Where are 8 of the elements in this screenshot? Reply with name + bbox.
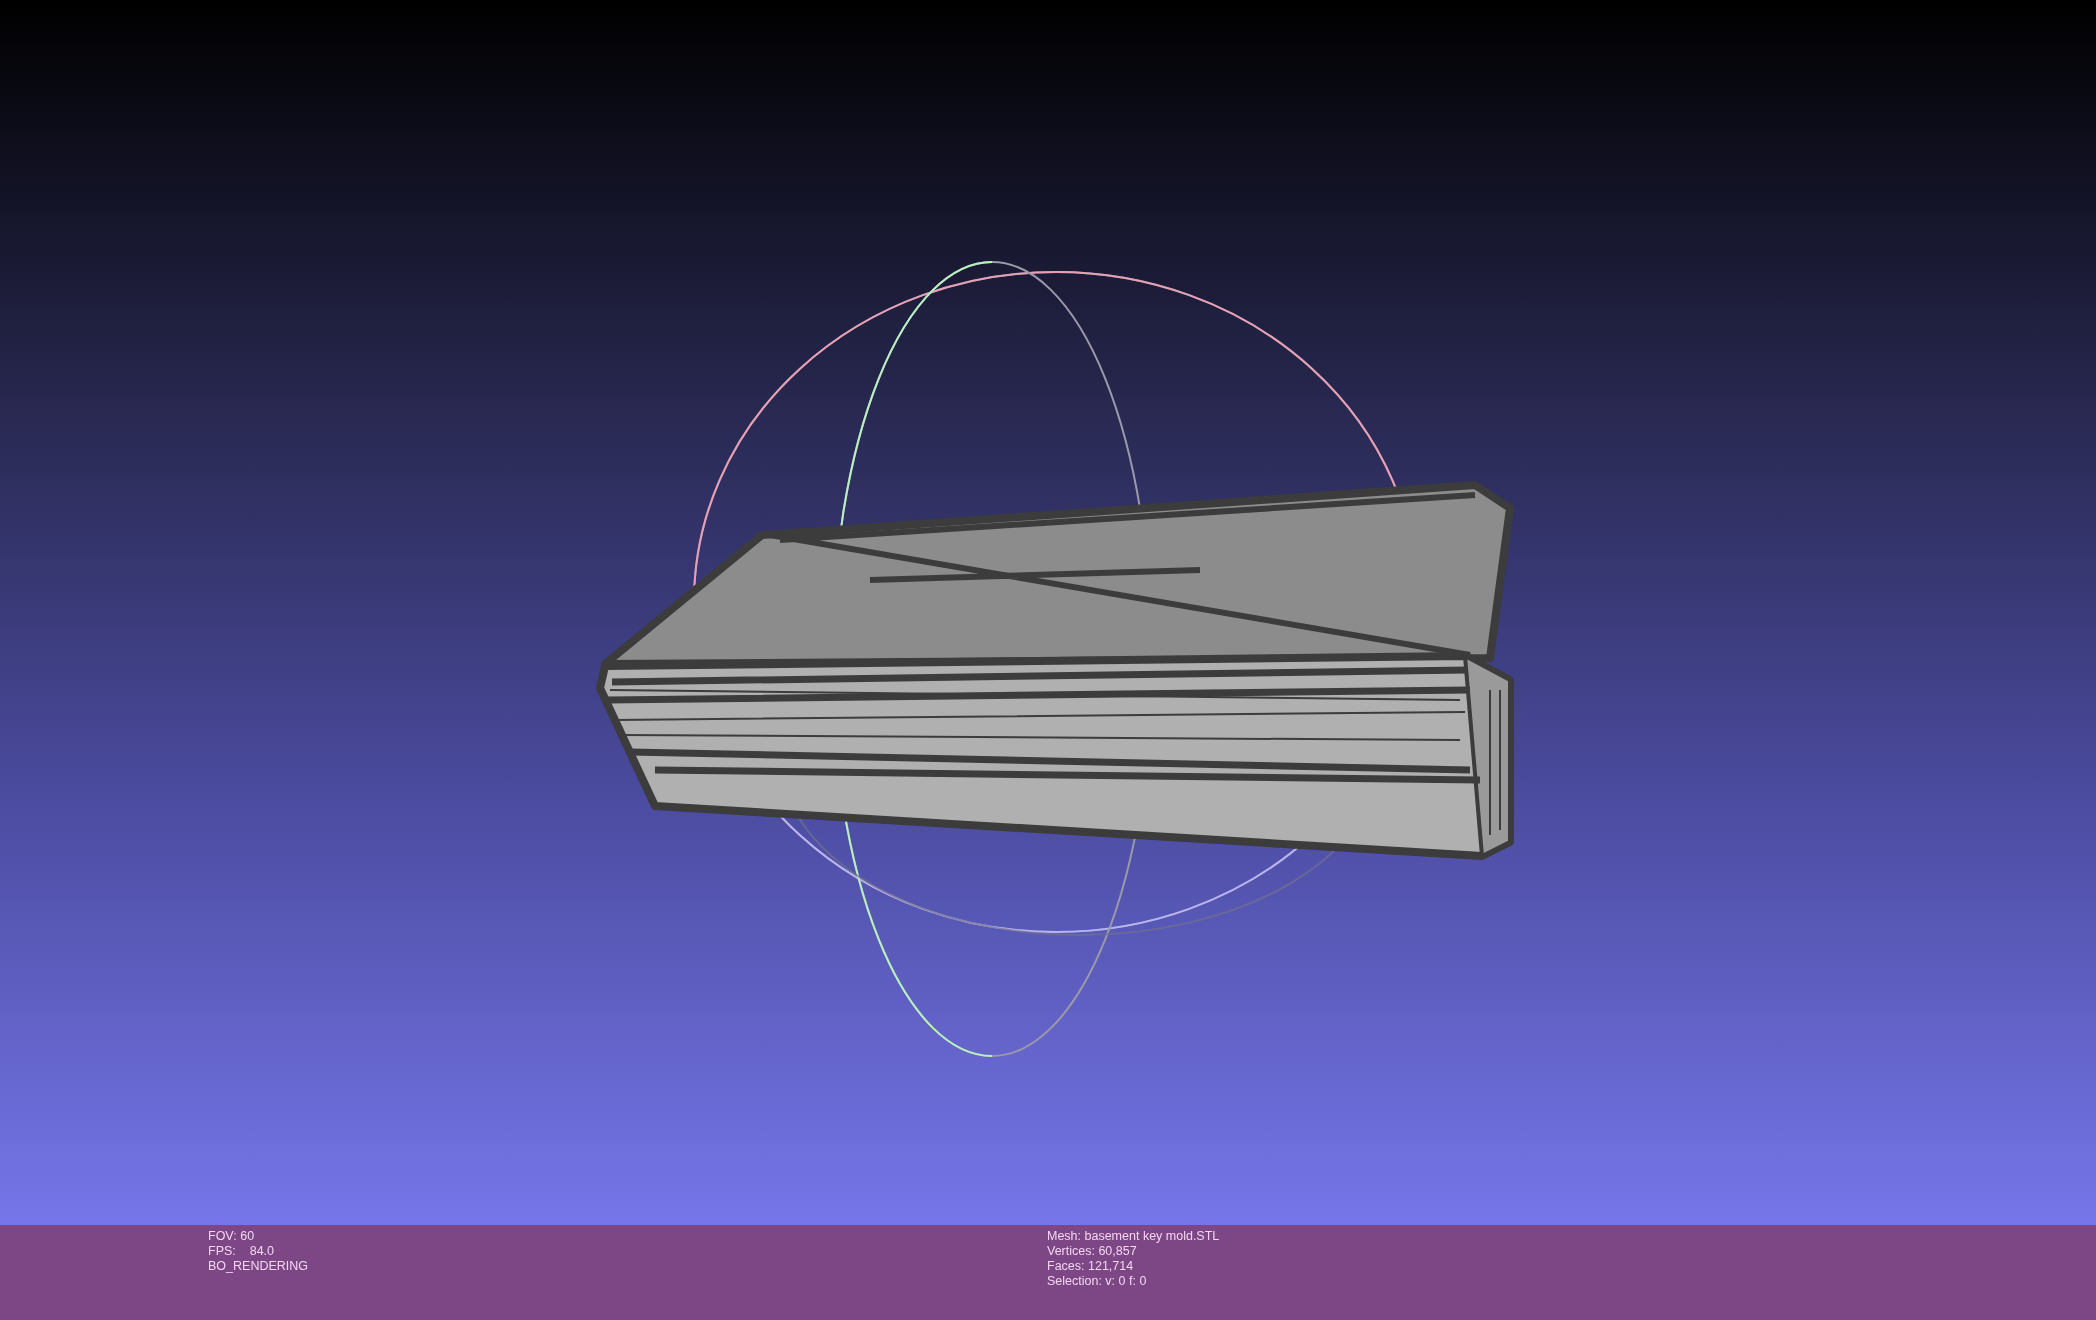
status-text: Mesh: basement key mold.STL xyxy=(1047,1229,1220,1244)
status-text: FPS: 84.0 xyxy=(208,1244,275,1259)
status-text: Selection: v: 0 f: 0 xyxy=(1047,1274,1148,1289)
status-text: FOV: 60 xyxy=(208,1229,256,1244)
viewport-background[interactable] xyxy=(0,0,2096,1225)
status-text: Vertices: 60,857 xyxy=(1047,1244,1138,1259)
status-text: BO_RENDERING xyxy=(208,1259,309,1274)
status-text: Faces: 121,714 xyxy=(1047,1259,1135,1274)
